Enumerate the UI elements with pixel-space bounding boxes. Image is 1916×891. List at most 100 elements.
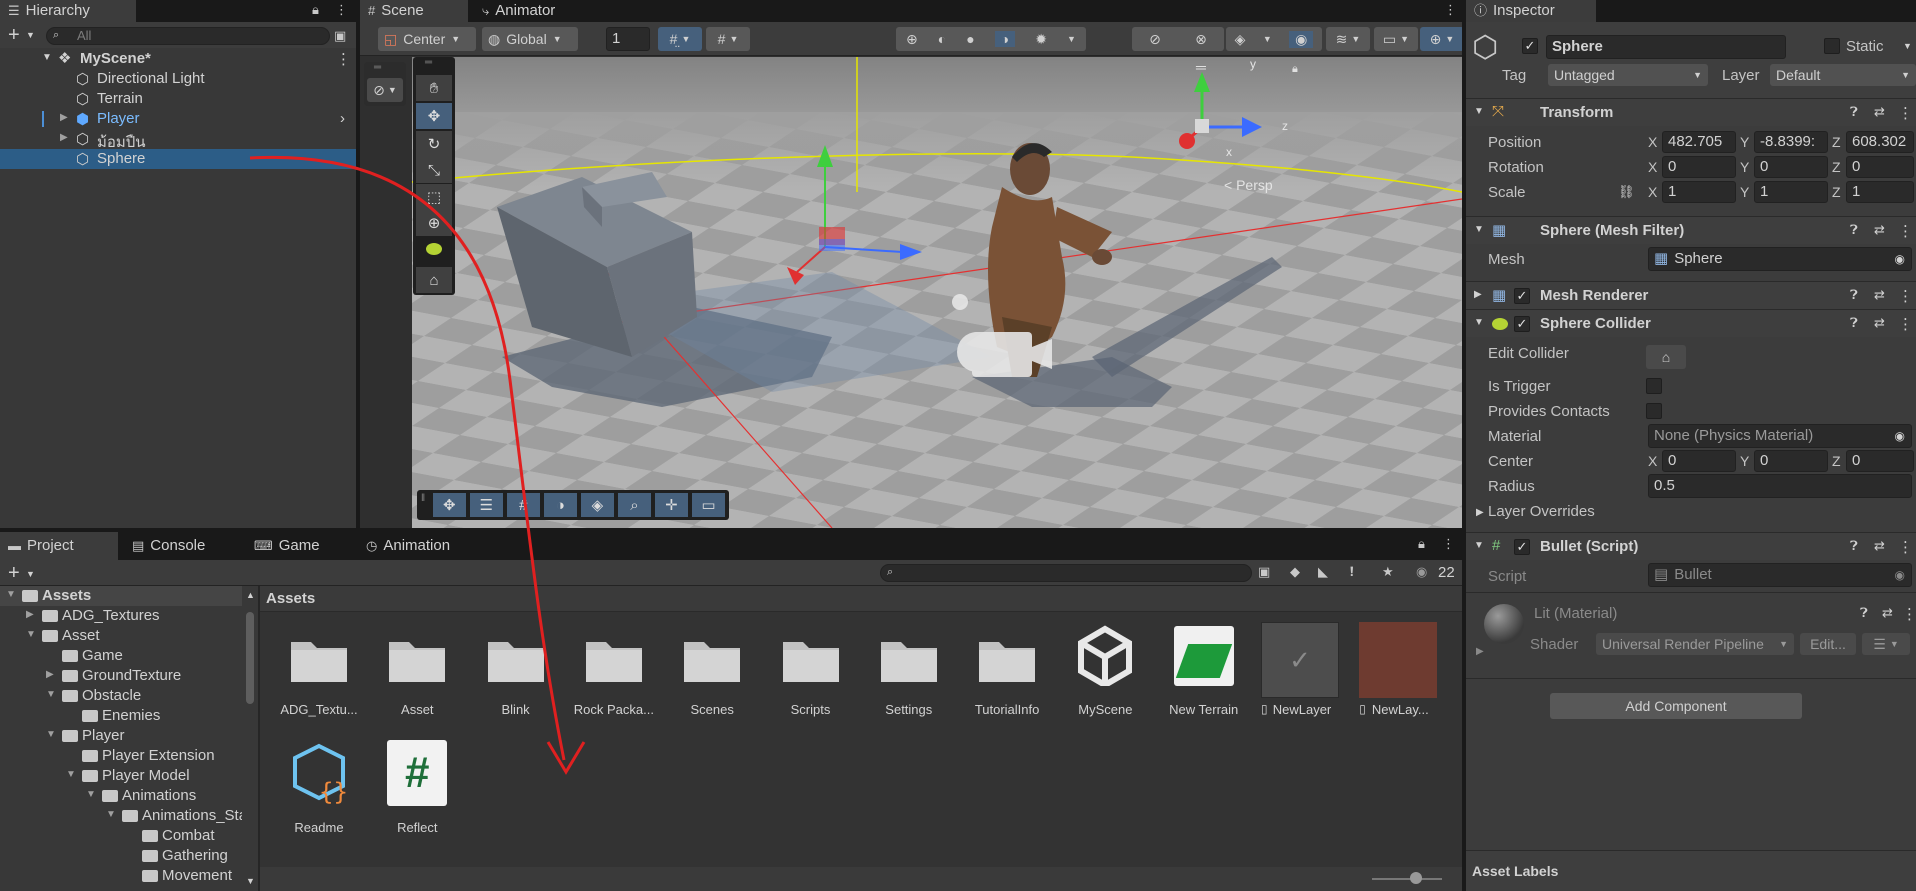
asset-item-layer-texture[interactable]: NewLay... ▯	[1355, 622, 1445, 722]
scene-row[interactable]: ▼ ❖ MyScene* ⋮	[0, 49, 356, 69]
fx-off-icon[interactable]: ⊘	[1149, 31, 1161, 48]
radius-field[interactable]: 0.5	[1648, 474, 1912, 498]
expand-arrow-icon[interactable]: ▶	[60, 132, 68, 143]
create-dropdown-chevron-icon[interactable]: ▼	[26, 30, 35, 40]
add-component-button[interactable]: Add Component	[1550, 693, 1802, 719]
layers-overlay-icon[interactable]: ◈	[580, 493, 614, 517]
wireframe-globe-icon[interactable]: ⊕	[906, 31, 918, 48]
provides-contacts-checkbox[interactable]	[1646, 403, 1662, 419]
project-tree-item[interactable]: Combat	[0, 826, 242, 846]
asset-item-folder[interactable]: Asset	[372, 622, 462, 722]
component-menu-icon[interactable]: ⋮	[1898, 287, 1913, 305]
asset-item-script[interactable]: # Reflect	[372, 740, 462, 840]
rotation-x-field[interactable]: 0	[1662, 156, 1736, 178]
transform-header[interactable]: ▼ ⤧ Transform ❓︎ ⇄ ⋮	[1466, 98, 1916, 126]
scale-z-axis-label[interactable]: Z	[1832, 184, 1841, 200]
project-tree-item[interactable]: Player Extension	[0, 746, 242, 766]
tree-scrollbar[interactable]: ▲ ▼	[242, 586, 258, 891]
gizmos-dropdown[interactable]: ⊕ ▼	[1420, 27, 1462, 51]
foldout-arrow-icon[interactable]: ▼	[86, 789, 96, 800]
warning-filter-icon[interactable]: ❗︎	[1350, 564, 1354, 580]
presets-icon[interactable]: ⇄	[1874, 315, 1885, 331]
shader-options-button[interactable]: ☰ ▼	[1862, 633, 1910, 655]
presets-icon[interactable]: ⇄	[1874, 104, 1885, 120]
project-tree-item[interactable]: ▼ Player	[0, 726, 242, 746]
foldout-arrow-icon[interactable]: ▼	[6, 589, 16, 600]
foldout-arrow-icon[interactable]: ▶	[1476, 507, 1484, 518]
hierarchy-item-2[interactable]: ⬡ Terrain	[0, 89, 356, 109]
asset-item-folder[interactable]: Scripts	[766, 622, 856, 722]
scroll-thumb[interactable]	[246, 612, 254, 704]
component-menu-icon[interactable]: ⋮	[1898, 222, 1913, 240]
scale-x-field[interactable]: 1	[1662, 181, 1736, 203]
material-presets-icon[interactable]: ⇄	[1882, 605, 1893, 621]
icon-size-slider-track[interactable]	[1372, 878, 1442, 880]
center-z-field[interactable]: 0	[1846, 450, 1914, 472]
mesh-object-field[interactable]: ▦ Sphere ◉	[1648, 247, 1912, 271]
asset-item-readme[interactable]: {} Readme	[274, 740, 364, 840]
asset-labels-bar[interactable]: Asset Labels	[1466, 850, 1916, 891]
asset-item-folder[interactable]: Settings	[864, 622, 954, 722]
orbit-tool-button[interactable]: ⊘ ▼	[367, 78, 403, 102]
tag-dropdown[interactable]: Untagged ▼	[1548, 64, 1708, 86]
static-dropdown-chevron-icon[interactable]: ▼	[1903, 41, 1912, 51]
position-y-field[interactable]: -8.8399:	[1754, 131, 1828, 153]
asset-item-folder[interactable]: Blink	[471, 622, 561, 722]
position-y-axis-label[interactable]: Y	[1740, 134, 1749, 150]
foldout-arrow-icon[interactable]: ▼	[1474, 106, 1484, 117]
hierarchy-item-1[interactable]: ⬡ Directional Light	[0, 69, 356, 89]
sliders-icon[interactable]: ☰	[469, 493, 503, 517]
project-tree-item[interactable]: ▶ ADG_Textures	[0, 606, 242, 626]
edit-collider-tool-icon[interactable]: ⌂	[416, 267, 452, 293]
project-tree-item[interactable]: ▼ Player Model	[0, 766, 242, 786]
render-debug-icon[interactable]: ✹	[1035, 31, 1047, 48]
position-z-axis-label[interactable]: Z	[1832, 134, 1841, 150]
foldout-arrow-icon[interactable]: ▼	[66, 769, 76, 780]
grid-snap-overlay-icon[interactable]: #	[506, 493, 540, 517]
object-picker-icon[interactable]: ◉	[1895, 248, 1905, 270]
asset-item-folder[interactable]: Rock Packa...	[569, 622, 659, 722]
hand-tool-icon[interactable]: ✋︎	[416, 75, 452, 101]
foldout-arrow-icon[interactable]: ▼	[1474, 540, 1484, 551]
hierarchy-item-4[interactable]: ▶ ⬡ ม้อมปืน	[0, 129, 356, 151]
create-plus-button[interactable]: +	[8, 24, 20, 47]
help-icon[interactable]: ❓︎	[1850, 222, 1858, 238]
hidden-packages-eye-icon[interactable]: ◉	[1416, 564, 1427, 580]
object-active-checkbox[interactable]: ✓	[1522, 38, 1538, 54]
kebab-menu-icon[interactable]: ⋮	[1442, 536, 1455, 552]
tab-console[interactable]: ▤ Console	[124, 532, 234, 560]
grid-size-field[interactable]: 1	[606, 27, 650, 51]
bullet-enabled-checkbox[interactable]: ✓	[1514, 539, 1530, 555]
persp-label[interactable]: < Persp	[1224, 177, 1273, 193]
layers-icon[interactable]: ◈	[1235, 31, 1246, 48]
project-tree-item[interactable]: Enemies	[0, 706, 242, 726]
project-tree-item[interactable]: ▼ Animations	[0, 786, 242, 806]
move-gizmo-icon[interactable]: ✥	[432, 493, 466, 517]
physics-material-field[interactable]: None (Physics Material) ◉	[1648, 424, 1912, 448]
breadcrumb-assets[interactable]: Assets	[266, 590, 315, 607]
help-icon[interactable]: ❓︎	[1850, 104, 1858, 120]
icon-size-slider-thumb[interactable]	[1410, 872, 1422, 884]
component-menu-icon[interactable]: ⋮	[1898, 315, 1913, 333]
position-x-axis-label[interactable]: X	[1648, 134, 1657, 150]
project-asset-area[interactable]: Assets ADG_Textu... Asset Blink Rock Packa.…	[260, 586, 1462, 891]
rotation-z-field[interactable]: 0	[1846, 156, 1914, 178]
asset-item-folder[interactable]: Scenes	[667, 622, 757, 722]
position-z-field[interactable]: 608.302	[1846, 131, 1914, 153]
help-icon[interactable]: ❓︎	[1850, 287, 1858, 303]
open-prefab-chevron-icon[interactable]: ›	[340, 110, 345, 127]
lock-icon[interactable]: 🔒︎	[1418, 536, 1425, 552]
project-tree-item[interactable]: ▼ Asset	[0, 626, 242, 646]
scene-viewport[interactable]: y z x 🔒︎ < Persp ═	[412, 57, 1462, 528]
asset-item-layer[interactable]: ✓ NewLayer ▯	[1257, 622, 1347, 722]
asset-item-folder[interactable]: TutorialInfo	[962, 622, 1052, 722]
lighting-overlay-icon[interactable]: ◑	[543, 493, 577, 517]
static-checkbox[interactable]	[1824, 38, 1840, 54]
object-name-field[interactable]: Sphere	[1546, 35, 1786, 59]
scale-x-axis-label[interactable]: X	[1648, 184, 1657, 200]
foldout-arrow-icon[interactable]: ▼	[46, 729, 56, 740]
pivot-overlay-icon[interactable]: ✛	[654, 493, 688, 517]
visibility-eye-icon[interactable]: ◉	[1289, 30, 1314, 48]
material-menu-icon[interactable]: ⋮	[1902, 605, 1916, 623]
asset-item-scene[interactable]: MyScene	[1060, 622, 1150, 722]
